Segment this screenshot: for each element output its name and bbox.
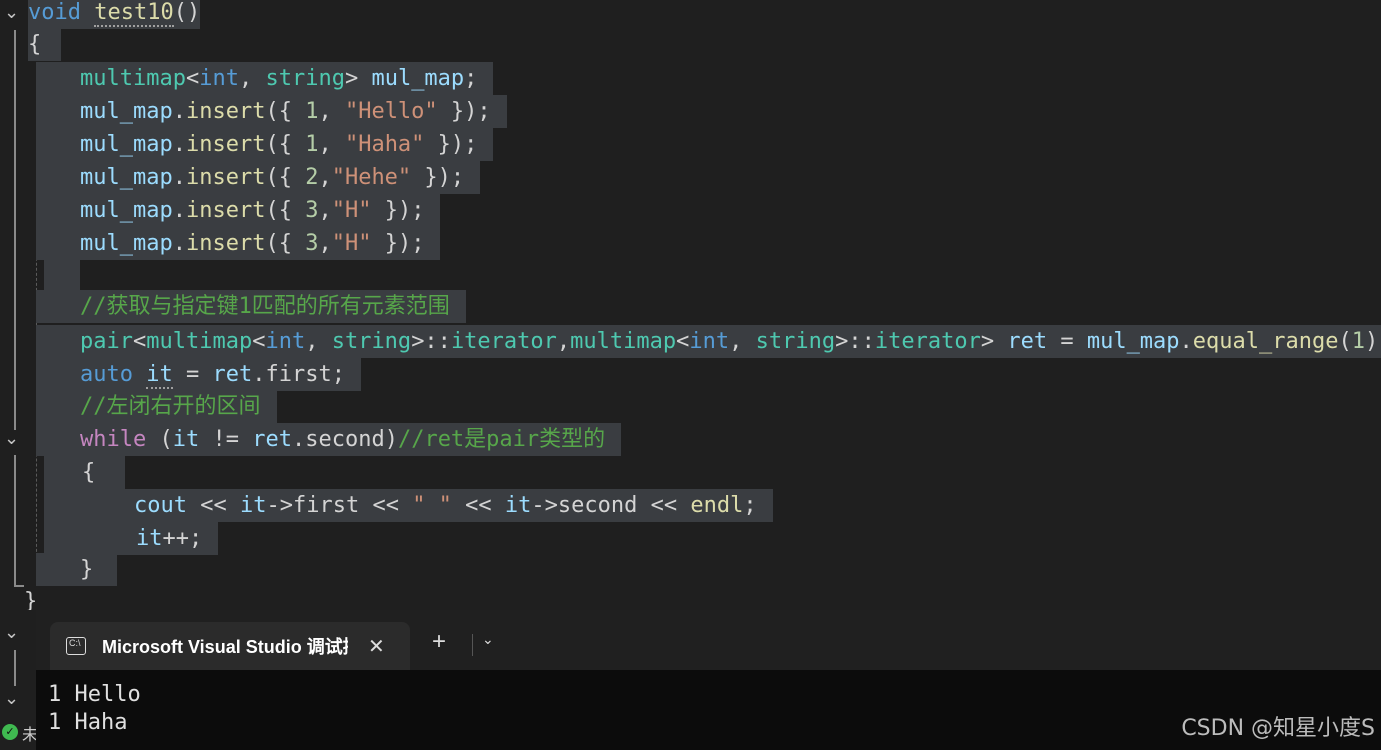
comment: //获取与指定键1匹配的所有元素范围 <box>80 294 450 319</box>
fold-chevron-icon[interactable]: ⌄ <box>4 428 19 449</box>
terminal-tab[interactable]: C:\ Microsoft Visual Studio 调试控制台 ✕ <box>50 622 410 670</box>
terminal-tab-bar: C:\ Microsoft Visual Studio 调试控制台 ✕ + ⌄ <box>36 610 1381 670</box>
fold-chevron-icon[interactable]: ⌄ <box>4 2 19 23</box>
code-editor[interactable]: ⌄ ⌄ void test10() { multimap<int, string… <box>0 0 1381 610</box>
code-line[interactable] <box>44 260 80 293</box>
close-icon[interactable]: ✕ <box>368 634 385 659</box>
code-line[interactable]: pair<multimap<int, string>::iterator,mul… <box>36 325 1381 358</box>
status-bar: ✓ 未 <box>0 715 38 750</box>
code-line[interactable]: mul_map.insert({ 3,"H" }); <box>36 194 441 227</box>
code-line[interactable]: mul_map.insert({ 1, "Hello" }); <box>36 95 507 128</box>
terminal-output-line: 1 Hello <box>48 682 141 707</box>
new-tab-button[interactable]: + <box>432 628 446 656</box>
code-line[interactable]: { <box>44 456 126 489</box>
code-line[interactable]: } <box>24 585 37 610</box>
code-line[interactable]: it++; <box>44 522 219 555</box>
fold-range-bar <box>14 455 16 585</box>
tab-title: Microsoft Visual Studio 调试控制台 <box>102 637 348 657</box>
console-icon: C:\ <box>66 637 86 655</box>
function-name: test10 <box>94 0 174 27</box>
fold-range-bar <box>14 650 16 686</box>
code-line[interactable]: } <box>36 553 118 586</box>
tab-separator <box>472 634 473 656</box>
watermark: CSDN @知星小度S <box>1181 716 1375 741</box>
fold-range-bar <box>14 30 16 430</box>
comment: //左闭右开的区间 <box>80 394 261 419</box>
code-line[interactable]: mul_map.insert({ 3,"H" }); <box>36 227 441 260</box>
terminal-window[interactable]: C:\ Microsoft Visual Studio 调试控制台 ✕ + ⌄ … <box>36 610 1381 750</box>
code-line[interactable]: mul_map.insert({ 1, "Haha" }); <box>36 128 494 161</box>
code-line[interactable]: while (it != ret.second)//ret是pair类型的 <box>36 423 622 456</box>
code-line[interactable]: //获取与指定键1匹配的所有元素范围 <box>36 290 466 323</box>
fold-chevron-icon[interactable]: ⌄ <box>4 622 19 643</box>
fold-range-end <box>14 585 24 587</box>
code-line[interactable]: { <box>28 28 62 61</box>
keyword: void <box>28 0 81 25</box>
code-line[interactable]: mul_map.insert({ 2,"Hehe" }); <box>36 161 481 194</box>
chevron-down-icon[interactable]: ⌄ <box>482 632 494 648</box>
code-line[interactable]: multimap<int, string> mul_map; <box>36 62 494 95</box>
terminal-output-line: 1 Haha <box>48 710 128 735</box>
fold-chevron-icon[interactable]: ⌄ <box>4 688 19 709</box>
code-line[interactable]: cout << it->first << " " << it->second <… <box>44 489 773 522</box>
code-line[interactable]: //左闭右开的区间 <box>36 390 277 423</box>
code-line[interactable]: auto it = ret.first; <box>36 358 361 391</box>
check-circle-icon: ✓ <box>2 724 18 740</box>
code-line[interactable]: void test10() <box>28 0 201 29</box>
